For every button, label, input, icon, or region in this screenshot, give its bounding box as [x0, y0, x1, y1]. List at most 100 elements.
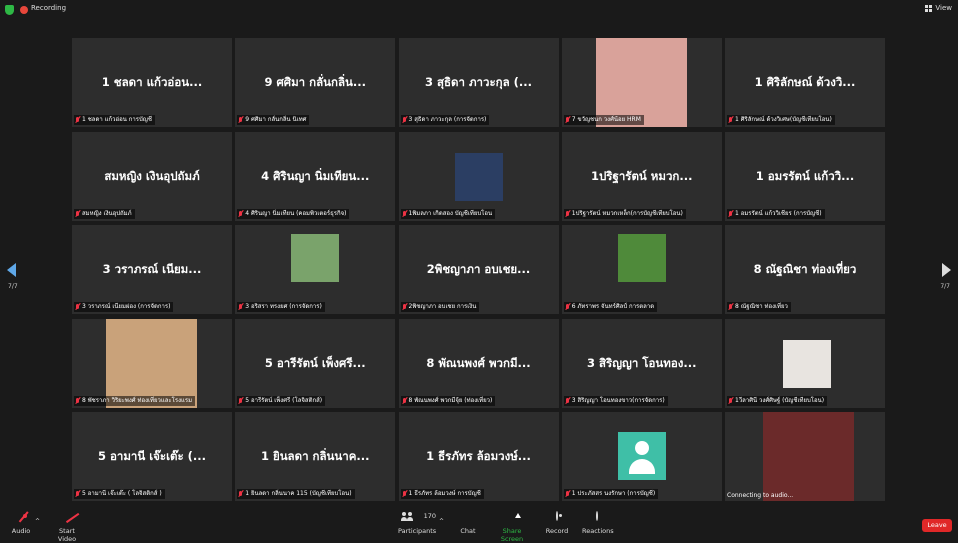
leave-button[interactable]: Leave	[922, 519, 952, 532]
participant-display-name: 5 อารีรัตน์ เพ็งศรี...	[264, 355, 366, 370]
audio-label: Audio	[11, 527, 31, 535]
participant-display-name: 3 วราภรณ์ เนียม...	[102, 262, 202, 276]
default-avatar-icon	[617, 432, 666, 480]
participant-display-name: 1 ธีรภัทร ล้อมวงษ์...	[426, 449, 531, 463]
previous-page-arrow-icon[interactable]	[7, 263, 16, 277]
audio-options-caret-icon[interactable]: ^	[35, 518, 40, 525]
record-label: Record	[545, 527, 569, 535]
participant-tile[interactable]: 1ปริฐารัตน์ หมวก... 1ปริฐารัตน์ หมวกเหล็ก…	[561, 131, 722, 221]
participant-tile[interactable]: 8 พัณนพงศ์ พวกมี... 8 พัณนพงศ์ พวกมีจุ้ย …	[398, 318, 559, 408]
gallery-grid: 1 ชลดา แก้วอ่อน... 1 ชลดา แก้วอ่อน การบัญ…	[72, 38, 885, 501]
participant-display-name: 1 ชลดา แก้วอ่อน...	[101, 75, 203, 89]
participant-tile[interactable]: 1 อมรรัตน์ แก้ววิ... 1 อมรรัตน์ แก้ววิเชี…	[725, 131, 885, 221]
participant-tile[interactable]: 1 ชลดา แก้วอ่อน... 1 ชลดา แก้วอ่อน การบัญ…	[72, 38, 232, 127]
participants-icon	[401, 512, 416, 521]
muted-microphone-icon	[75, 491, 80, 497]
participant-tile[interactable]: 7 ขวัญชนก วงศ์น้อย HRM	[561, 38, 722, 127]
muted-microphone-icon	[565, 210, 570, 217]
participant-tile[interactable]: 3 สิริญญา โอนทอง... 3 สิริญญา โอนทองขาว(ก…	[561, 318, 722, 408]
participant-name-text: 1 ประภัสสร นงรักษา (การบัญชี)	[571, 490, 656, 497]
start-video-button[interactable]: Start Video	[50, 512, 84, 543]
participant-tile[interactable]: 3 วราภรณ์ เนียม... 3 วราภรณ์ เนียมผ่อง (ก…	[72, 225, 232, 314]
participant-display-name: 9 ศศิมา กลั่นกลิ่น...	[264, 75, 367, 89]
participant-tile[interactable]: 9 ศศิมา กลั่นกลิ่น... 9 ศศิมา กลั่นกลิ่น …	[235, 38, 396, 127]
participant-name-label: 1ปริฐารัตน์ หมวกเหล็ก(การบัญชีเทียบโอน)	[563, 208, 686, 219]
participant-name-label: 1 ศิริลักษณ์ ด้วงวิเศษ(บัญชีเทียบโอน)	[727, 115, 835, 125]
view-button[interactable]: View	[925, 4, 952, 12]
participant-tile[interactable]: 1พิมลภา เกิดสอง บัญชีเทียบโอน	[398, 131, 559, 221]
muted-microphone-icon	[238, 117, 243, 123]
participant-name-text: 8 พัณนพงศ์ พวกมีจุ้ย (ท่องเที่ยว)	[408, 396, 493, 404]
participant-display-name: 8 พัณนพงศ์ พวกมี...	[426, 355, 531, 370]
participant-tile[interactable]: 3 อริสรา ทรงยศ (การจัดการ)	[235, 225, 396, 314]
participant-name-label: สมหญิง เงินอุปถัมภ์	[74, 208, 135, 219]
participant-tile[interactable]: 8 พัชราภา วิริยะพงศ์ ท่องเที่ยวและโรงแรม	[72, 318, 232, 408]
muted-microphone-icon	[75, 304, 80, 310]
participant-tile[interactable]: 1 ศิริลักษณ์ ด้วงวิ... 1 ศิริลักษณ์ ด้วงว…	[725, 38, 885, 127]
view-label: View	[935, 4, 952, 12]
share-screen-label: Share Screen	[500, 527, 524, 543]
participant-name-label: 2พิชญาภา อบเชย การเงิน	[400, 302, 480, 312]
muted-microphone-icon	[728, 117, 733, 123]
page-indicator-left: 7/7	[8, 283, 18, 290]
participant-name-text: 8 ณัฐณิชา ท่องเที่ยว	[735, 303, 788, 310]
participant-display-name: 1ปริฐารัตน์ หมวก...	[591, 168, 693, 183]
participant-name-label: 8 พัชราภา วิริยะพงศ์ ท่องเที่ยวและโรงแรม	[74, 395, 196, 406]
top-bar: Recording View	[0, 0, 958, 20]
participant-name-label: 3 สุธิดา ภาวะกุล (การจัดการ)	[400, 115, 490, 125]
audio-button[interactable]: Audio	[10, 511, 32, 535]
muted-microphone-icon	[238, 491, 243, 497]
participant-tile[interactable]: 5 อามานี เจ๊ะเต๊ะ (... 5 อามานี เจ๊ะเต๊ะ …	[72, 412, 232, 501]
participant-display-name: 5 อามานี เจ๊ะเต๊ะ (...	[97, 449, 207, 463]
muted-microphone-icon	[238, 304, 243, 310]
participant-name-label: 9 ศศิมา กลั่นกลิ่น นิเทศ	[237, 115, 310, 125]
next-page-arrow-icon[interactable]	[942, 263, 951, 277]
participants-button[interactable]: 170 Participants	[398, 512, 436, 535]
record-icon	[556, 511, 558, 521]
audio-alert-badge-icon	[23, 514, 27, 518]
participant-name-label: 5 อารีรัตน์ เพ็งศรี (โลจิสติกส์)	[237, 395, 326, 406]
participant-name-label: 1วีลาศินี วงศ์ศิษฐ์ (บัญชีเทียบโอน)	[727, 395, 828, 406]
participant-tile[interactable]: 6 ภัทราพร จันทร์ศิลป์ การตลาด	[561, 225, 722, 314]
security-shield-icon[interactable]	[5, 5, 14, 15]
participant-name-text: 2พิชญาภา อบเชย การเงิน	[408, 303, 477, 310]
participant-name-text: 9 ศศิมา กลั่นกลิ่น นิเทศ	[245, 116, 307, 123]
muted-microphone-icon	[565, 117, 570, 123]
participant-tile[interactable]: Connecting to audio...	[725, 412, 885, 501]
participant-video	[783, 339, 831, 388]
participant-tile[interactable]: สมหญิง เงินอุปถัมภ์ สมหญิง เงินอุปถัมภ์	[72, 131, 232, 221]
participant-display-name: 1 อมรรัตน์ แก้ววิ...	[755, 168, 855, 183]
participant-name-text: 1วีลาศินี วงศ์ศิษฐ์ (บัญชีเทียบโอน)	[735, 396, 825, 404]
participant-display-name: 1 ยินลดา กลิ่นนาค...	[260, 449, 370, 463]
participant-name-label: 1 ประภัสสร นงรักษา (การบัญชี)	[563, 489, 659, 499]
participant-tile[interactable]: 1วีลาศินี วงศ์ศิษฐ์ (บัญชีเทียบโอน)	[725, 318, 885, 408]
reactions-label: Reactions	[582, 527, 614, 535]
participant-tile[interactable]: 1 ธีรภัทร ล้อมวงษ์... 1 ธีรภัทร ล้อมวงษ์ …	[398, 412, 559, 501]
record-button[interactable]: Record	[544, 511, 570, 535]
participants-label: Participants	[398, 527, 437, 535]
participant-tile[interactable]: 8 ณัฐณิชา ท่องเที่ยว 8 ณัฐณิชา ท่องเที่ยว	[725, 225, 885, 314]
participant-tile[interactable]: 4 ศิรินญา นิ่มเทียน... 4 ศิรินญา นิ่มเทีย…	[235, 131, 396, 221]
participant-display-name: 3 สิริญญา โอนทอง...	[587, 355, 697, 370]
participant-tile[interactable]: 1 ยินลดา กลิ่นนาค... 1 ยินลดา กลิ่นนาค 11…	[235, 412, 396, 501]
participant-name-text: 5 อามานี เจ๊ะเต๊ะ ( โลจิสติกส์ )	[82, 490, 162, 497]
participant-video	[454, 152, 503, 201]
reactions-button[interactable]: Reactions	[582, 511, 614, 535]
participant-display-name: 4 ศิรินญา นิ่มเทียน...	[261, 168, 370, 183]
participant-name-label: 5 อามานี เจ๊ะเต๊ะ ( โลจิสติกส์ )	[74, 489, 165, 499]
participants-options-caret-icon[interactable]: ^	[439, 518, 444, 525]
muted-microphone-icon	[565, 397, 570, 404]
recording-label: Recording	[31, 4, 67, 12]
participant-display-name: 1 ศิริลักษณ์ ด้วงวิ...	[754, 75, 856, 89]
participant-tile[interactable]: 1 ประภัสสร นงรักษา (การบัญชี)	[561, 412, 722, 501]
chat-button[interactable]: Chat	[456, 512, 480, 535]
muted-microphone-icon	[75, 397, 80, 404]
participant-tile[interactable]: 5 อารีรัตน์ เพ็งศรี... 5 อารีรัตน์ เพ็งศร…	[235, 318, 396, 408]
participant-tile[interactable]: 3 สุธิดา ภาวะกุล (... 3 สุธิดา ภาวะกุล (ก…	[398, 38, 559, 127]
participant-name-text: 7 ขวัญชนก วงศ์น้อย HRM	[571, 116, 641, 123]
participant-name-label: 4 ศิรินญา นิ่มเทียน (คอมพิวเตอร์ธุรกิจ)	[237, 208, 350, 219]
share-screen-button[interactable]: Share Screen	[492, 512, 532, 543]
participant-name-text: 8 พัชราภา วิริยะพงศ์ ท่องเที่ยวและโรงแรม	[82, 396, 193, 404]
recording-dot-icon	[20, 6, 28, 14]
participant-tile[interactable]: 2พิชญาภา อบเชย... 2พิชญาภา อบเชย การเงิน	[398, 225, 559, 314]
